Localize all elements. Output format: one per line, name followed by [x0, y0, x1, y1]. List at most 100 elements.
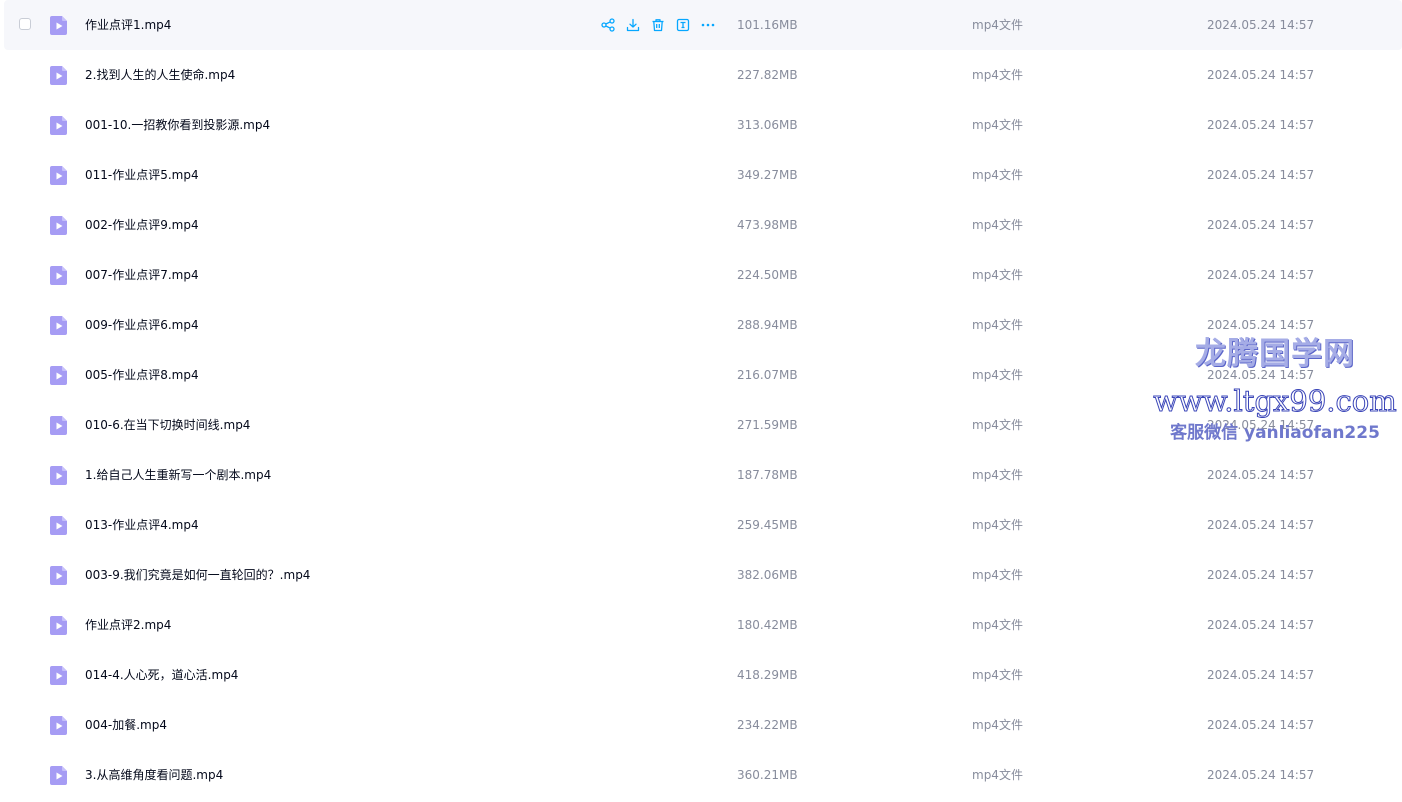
video-file-icon: [49, 465, 69, 486]
file-type: mp4文件: [972, 118, 1023, 132]
file-size: 101.16MB: [737, 18, 798, 32]
file-type: mp4文件: [972, 618, 1023, 632]
file-name[interactable]: 2.找到人生的人生使命.mp4: [85, 67, 235, 83]
file-size: 224.50MB: [737, 268, 798, 282]
video-file-icon: [49, 165, 69, 186]
table-row[interactable]: 003-9.我们究竟是如何一直轮回的？.mp4 382.06MB mp4文件 2024…: [4, 550, 1402, 600]
file-modified-date: 2024.05.24 14:57: [1207, 768, 1315, 782]
file-type: mp4文件: [972, 568, 1023, 582]
file-name[interactable]: 001-10.一招教你看到投影源.mp4: [85, 117, 270, 133]
file-size: 187.78MB: [737, 468, 798, 482]
more-button[interactable]: [700, 17, 716, 33]
file-modified-date: 2024.05.24 14:57: [1207, 618, 1315, 632]
file-modified-date: 2024.05.24 14:57: [1207, 568, 1315, 582]
table-row[interactable]: 1.给自己人生重新写一个剧本.mp4 187.78MB mp4文件 2024.05.2…: [4, 450, 1402, 500]
file-name[interactable]: 004-加餐.mp4: [85, 717, 167, 733]
file-name[interactable]: 1.给自己人生重新写一个剧本.mp4: [85, 467, 271, 483]
video-file-icon: [49, 115, 69, 136]
table-row[interactable]: 011-作业点评5.mp4 349.27MB mp4文件 2024.05.24 14:…: [4, 150, 1402, 200]
file-name[interactable]: 011-作业点评5.mp4: [85, 167, 199, 183]
file-modified-date: 2024.05.24 14:57: [1207, 718, 1315, 732]
video-file-icon: [49, 765, 69, 786]
file-type: mp4文件: [972, 418, 1023, 432]
file-name[interactable]: 002-作业点评9.mp4: [85, 217, 199, 233]
download-icon: [626, 18, 640, 32]
table-row[interactable]: 014-4.人心死，道心活.mp4 418.29MB mp4文件 2024.05.24…: [4, 650, 1402, 700]
file-size: 227.82MB: [737, 68, 798, 82]
file-modified-date: 2024.05.24 14:57: [1207, 168, 1315, 182]
table-row[interactable]: 作业点评1.mp4 101.16MB mp4文件 2024.05.24 14:57: [4, 0, 1402, 50]
file-name[interactable]: 007-作业点评7.mp4: [85, 267, 199, 283]
delete-button[interactable]: [650, 17, 666, 33]
rename-icon: [676, 18, 690, 32]
more-icon: [701, 18, 715, 32]
table-row[interactable]: 004-加餐.mp4 234.22MB mp4文件 2024.05.24 14:57: [4, 700, 1402, 750]
table-row[interactable]: 作业点评2.mp4 180.42MB mp4文件 2024.05.24 14:57: [4, 600, 1402, 650]
table-row[interactable]: 3.从高维角度看问题.mp4 360.21MB mp4文件 2024.05.24 14…: [4, 750, 1402, 800]
file-name[interactable]: 009-作业点评6.mp4: [85, 317, 199, 333]
download-button[interactable]: [625, 17, 641, 33]
file-modified-date: 2024.05.24 14:57: [1207, 668, 1315, 682]
video-file-icon: [49, 615, 69, 636]
file-name[interactable]: 010-6.在当下切换时间线.mp4: [85, 417, 250, 433]
share-button[interactable]: [600, 17, 616, 33]
file-size: 259.45MB: [737, 518, 798, 532]
rename-button[interactable]: [675, 17, 691, 33]
table-row[interactable]: 002-作业点评9.mp4 473.98MB mp4文件 2024.05.24 14:…: [4, 200, 1402, 250]
share-icon: [601, 18, 615, 32]
video-file-icon: [49, 315, 69, 336]
file-type: mp4文件: [972, 18, 1023, 32]
file-type: mp4文件: [972, 668, 1023, 682]
file-size: 313.06MB: [737, 118, 798, 132]
table-row[interactable]: 009-作业点评6.mp4 288.94MB mp4文件 2024.05.24 14:…: [4, 300, 1402, 350]
file-modified-date: 2024.05.24 14:57: [1207, 318, 1315, 332]
file-size: 271.59MB: [737, 418, 798, 432]
file-size: 360.21MB: [737, 768, 798, 782]
file-size: 349.27MB: [737, 168, 798, 182]
file-list: 作业点评1.mp4 101.16MB mp4文件 2024.05.24 14:57 2.…: [0, 0, 1402, 802]
file-type: mp4文件: [972, 518, 1023, 532]
file-name[interactable]: 014-4.人心死，道心活.mp4: [85, 667, 238, 683]
table-row[interactable]: 001-10.一招教你看到投影源.mp4 313.06MB mp4文件 2024.05…: [4, 100, 1402, 150]
file-name[interactable]: 3.从高维角度看问题.mp4: [85, 767, 223, 783]
file-modified-date: 2024.05.24 14:57: [1207, 68, 1315, 82]
video-file-icon: [49, 665, 69, 686]
video-file-icon: [49, 15, 69, 36]
file-modified-date: 2024.05.24 14:57: [1207, 468, 1315, 482]
table-row[interactable]: 010-6.在当下切换时间线.mp4 271.59MB mp4文件 2024.05.2…: [4, 400, 1402, 450]
file-name[interactable]: 003-9.我们究竟是如何一直轮回的？.mp4: [85, 567, 310, 583]
video-file-icon: [49, 415, 69, 436]
video-file-icon: [49, 215, 69, 236]
video-file-icon: [49, 265, 69, 286]
file-type: mp4文件: [972, 468, 1023, 482]
file-name[interactable]: 005-作业点评8.mp4: [85, 367, 199, 383]
file-size: 180.42MB: [737, 618, 798, 632]
row-checkbox[interactable]: [19, 18, 31, 30]
row-actions: [600, 17, 716, 33]
table-row[interactable]: 2.找到人生的人生使命.mp4 227.82MB mp4文件 2024.05.24 1…: [4, 50, 1402, 100]
file-size: 288.94MB: [737, 318, 798, 332]
video-file-icon: [49, 715, 69, 736]
file-name[interactable]: 013-作业点评4.mp4: [85, 517, 199, 533]
file-size: 473.98MB: [737, 218, 798, 232]
file-type: mp4文件: [972, 218, 1023, 232]
file-name[interactable]: 作业点评2.mp4: [85, 617, 171, 633]
file-rows: 作业点评1.mp4 101.16MB mp4文件 2024.05.24 14:57 2.…: [0, 0, 1402, 800]
file-type: mp4文件: [972, 168, 1023, 182]
file-type: mp4文件: [972, 368, 1023, 382]
file-modified-date: 2024.05.24 14:57: [1207, 18, 1315, 32]
file-size: 382.06MB: [737, 568, 798, 582]
table-row[interactable]: 005-作业点评8.mp4 216.07MB mp4文件 2024.05.24 14:…: [4, 350, 1402, 400]
file-modified-date: 2024.05.24 14:57: [1207, 268, 1315, 282]
file-modified-date: 2024.05.24 14:57: [1207, 368, 1315, 382]
file-type: mp4文件: [972, 718, 1023, 732]
file-size: 418.29MB: [737, 668, 798, 682]
video-file-icon: [49, 65, 69, 86]
file-modified-date: 2024.05.24 14:57: [1207, 418, 1315, 432]
table-row[interactable]: 013-作业点评4.mp4 259.45MB mp4文件 2024.05.24 14:…: [4, 500, 1402, 550]
file-name[interactable]: 作业点评1.mp4: [85, 17, 171, 33]
video-file-icon: [49, 365, 69, 386]
file-modified-date: 2024.05.24 14:57: [1207, 218, 1315, 232]
table-row[interactable]: 007-作业点评7.mp4 224.50MB mp4文件 2024.05.24 14:…: [4, 250, 1402, 300]
file-modified-date: 2024.05.24 14:57: [1207, 118, 1315, 132]
